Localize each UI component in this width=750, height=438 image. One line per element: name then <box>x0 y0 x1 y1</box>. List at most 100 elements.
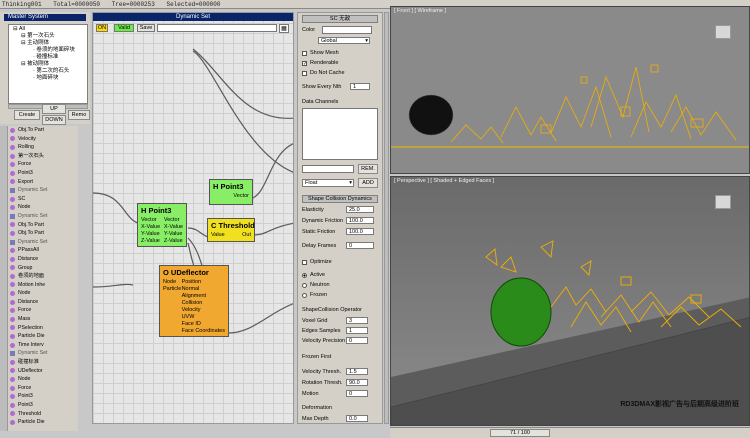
operator-row[interactable]: Force <box>8 384 78 393</box>
operator-row[interactable]: Obj.To Part <box>8 126 78 135</box>
operator-row[interactable]: Distance <box>8 255 78 264</box>
operator-row[interactable]: Threshold <box>8 410 78 419</box>
operator-row[interactable]: Mass <box>8 315 78 324</box>
tree-item[interactable]: · 卷须的地面碎块 <box>11 47 85 54</box>
node-port[interactable]: Vector <box>233 193 249 200</box>
up-button[interactable]: UP <box>42 104 66 114</box>
operator-row[interactable]: Obj.To Part <box>8 221 78 230</box>
operator-row[interactable]: Particle Die <box>8 418 78 427</box>
delay-frames-field[interactable]: 0 <box>346 242 374 249</box>
operator-row[interactable]: Point3 <box>8 392 78 401</box>
operator-row[interactable]: 第一次石头 <box>8 152 78 161</box>
node-port[interactable]: X-Value <box>141 224 160 231</box>
operator-set-row[interactable]: Dynamic Set <box>8 238 78 247</box>
node-port[interactable]: X-Value <box>164 224 183 231</box>
tree-item[interactable]: ⊟ 被动刚体 <box>11 61 85 68</box>
float-dropdown[interactable]: Float ▾ <box>302 179 354 187</box>
renderable-checkbox[interactable]: ✓ <box>302 61 307 67</box>
operator-row[interactable]: Node <box>8 289 78 298</box>
create-button[interactable]: Create <box>14 110 40 120</box>
operator-set-row[interactable]: Dynamic Set <box>8 212 78 221</box>
node-graph[interactable]: Dynamic Set ON Valid Save ▦ H Point3 Vec… <box>92 12 294 424</box>
velocity-thresh-field[interactable]: 1.5 <box>346 368 368 375</box>
node-port[interactable]: Collision <box>182 300 225 307</box>
frozen-radio[interactable] <box>302 293 307 298</box>
motion-field[interactable]: 0 <box>346 390 368 397</box>
node-port[interactable]: Z-Value <box>164 238 183 245</box>
rem-button[interactable]: REM. <box>358 164 378 174</box>
tree-item[interactable]: ⊟ 主动刚体 <box>11 40 85 47</box>
time-slider[interactable]: 71 / 100 <box>490 429 550 437</box>
velocity-precision-field[interactable]: 0 <box>346 337 368 344</box>
tree-item[interactable]: · 碰撞标准 <box>11 54 85 61</box>
data-channels-list[interactable] <box>302 108 378 160</box>
operator-row[interactable]: Force <box>8 160 78 169</box>
do-not-cache-checkbox[interactable] <box>302 71 307 76</box>
dynamic-friction-field[interactable]: 100.0 <box>346 217 374 224</box>
op-scroll-rail[interactable] <box>0 126 8 431</box>
rotation-thresh-field[interactable]: 90.0 <box>346 379 368 386</box>
node-point3-b[interactable]: H Point3 Vector X-Value Y-Value Z-Value … <box>137 203 187 247</box>
timeline-bar[interactable]: 71 / 100 <box>390 427 750 438</box>
color-swatch[interactable] <box>322 26 372 34</box>
tree-item[interactable]: · 第二次的石头 <box>11 68 85 75</box>
node-port[interactable]: Value <box>211 232 225 239</box>
node-port[interactable]: Normal <box>182 286 225 293</box>
perspective-viewport[interactable]: [ Perspective ] [ Shaded + Edged Faces ]… <box>390 176 750 426</box>
channel-name-field[interactable] <box>302 165 354 173</box>
node-port[interactable]: Alignment <box>182 293 225 300</box>
node-point3-a[interactable]: H Point3 Vector <box>209 179 253 205</box>
rollout-scrollbar[interactable] <box>384 12 389 424</box>
node-port[interactable]: Vector <box>164 217 183 224</box>
node-port[interactable]: Y-Value <box>141 231 160 238</box>
operator-set-row[interactable]: Dynamic Set <box>8 349 78 358</box>
tree-item-all[interactable]: ⊟ All <box>11 26 85 33</box>
operator-row[interactable]: Particle Die <box>8 332 78 341</box>
operator-row[interactable]: PPassAll <box>8 246 78 255</box>
operator-row[interactable]: Group <box>8 264 78 273</box>
operator-row[interactable]: PSelection <box>8 324 78 333</box>
sc-rollout-header[interactable]: SC 无敌 <box>302 15 378 23</box>
master-tree[interactable]: ⊟ All ⊟ 第一次石头 ⊟ 主动刚体 · 卷须的地面碎块 · 碰撞标准 ⊟ … <box>8 24 88 104</box>
operator-list[interactable]: Obj.To Part Velocity Rolling 第一次石头 Force Poin… <box>8 126 78 431</box>
node-port[interactable]: Out <box>242 232 251 239</box>
elasticity-field[interactable]: 25.0 <box>346 206 374 213</box>
node-port[interactable]: Vector <box>141 217 160 224</box>
node-port[interactable]: UVW <box>182 314 225 321</box>
node-port[interactable]: Node <box>163 279 181 286</box>
front-viewport[interactable]: [ Front ] [ Wireframe ] <box>390 6 750 174</box>
edges-samples-field[interactable]: 1 <box>346 327 368 334</box>
operator-row[interactable]: Point3 <box>8 401 78 410</box>
operator-row[interactable]: Export <box>8 178 78 187</box>
tree-item[interactable]: · 地面碎块 <box>11 75 85 82</box>
operator-row[interactable]: Rolling <box>8 143 78 152</box>
node-port[interactable]: Position <box>182 279 225 286</box>
active-radio[interactable] <box>302 273 307 278</box>
node-port[interactable]: Particle <box>163 286 181 293</box>
max-depth-field[interactable]: 0.0 <box>346 415 368 422</box>
node-port[interactable]: Face ID <box>182 321 225 328</box>
operator-row[interactable]: Point3 <box>8 169 78 178</box>
operator-row[interactable]: SC <box>8 195 78 204</box>
down-button[interactable]: DOWN <box>42 115 66 125</box>
voxel-grid-field[interactable]: 3 <box>346 317 368 324</box>
tree-item[interactable]: ⊟ 第一次石头 <box>11 33 85 40</box>
remove-button[interactable]: Remo <box>68 110 90 120</box>
operator-row[interactable]: Node <box>8 203 78 212</box>
node-port[interactable]: Z-Value <box>141 238 160 245</box>
operator-row[interactable]: Velocity <box>8 135 78 144</box>
operator-row[interactable]: 卷须的地面 <box>8 272 78 281</box>
operator-row[interactable]: UDeflector <box>8 367 78 376</box>
operator-row[interactable]: Distance <box>8 298 78 307</box>
operator-row[interactable]: Force <box>8 306 78 315</box>
show-mesh-checkbox[interactable] <box>302 51 307 56</box>
neutron-radio[interactable] <box>302 283 307 288</box>
add-button[interactable]: ADD <box>358 178 378 188</box>
global-dropdown[interactable]: Global ▾ <box>318 37 370 44</box>
operator-row[interactable]: Time Interv <box>8 341 78 350</box>
operator-row[interactable]: 碰撞标准 <box>8 358 78 367</box>
operator-row[interactable]: Node <box>8 375 78 384</box>
node-port[interactable]: Y-Value <box>164 231 183 238</box>
node-port[interactable]: Face Coordinates <box>182 328 225 335</box>
node-udeflector[interactable]: O UDeflector Node Particle Position Norm… <box>159 265 229 337</box>
